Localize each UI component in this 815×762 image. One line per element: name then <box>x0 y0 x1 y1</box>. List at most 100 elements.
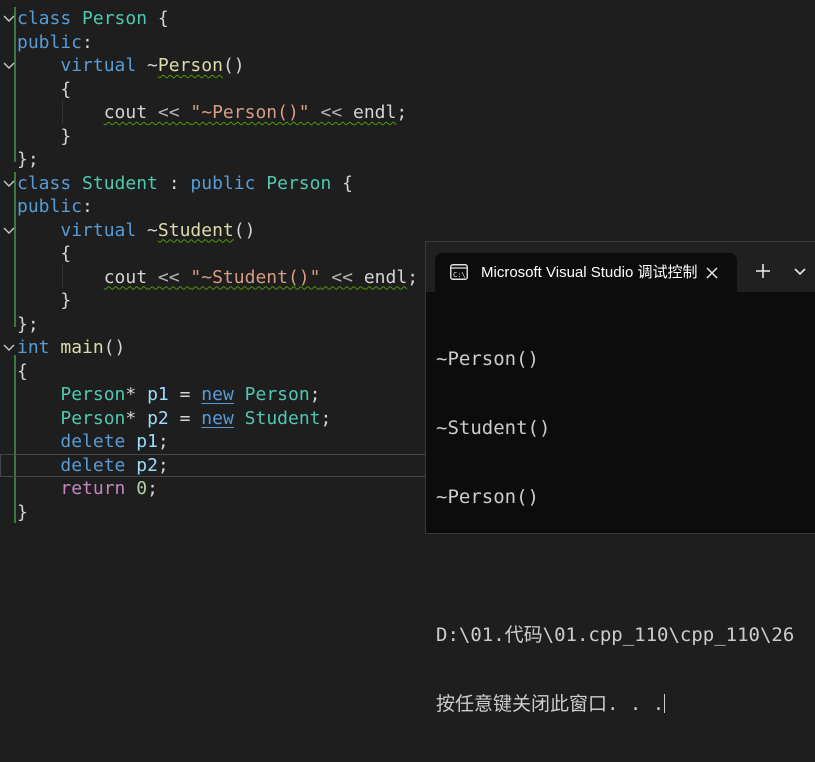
code-token: Person <box>266 172 332 194</box>
code-token: { <box>147 8 169 29</box>
code-token: main <box>60 337 104 358</box>
code-text: Person* p1 = new Person; <box>17 383 321 406</box>
console-prompt-line: 按任意键关闭此窗口. . . <box>436 693 814 716</box>
code-token: Person <box>157 55 223 76</box>
console-prompt-text: 按任意键关闭此窗口. . . <box>436 693 665 715</box>
code-token: << <box>309 102 353 123</box>
code-text: }; <box>17 313 39 336</box>
console-output-line: ~Person() <box>436 348 539 370</box>
code-text: class Student : public Person { <box>17 172 353 195</box>
code-token: Person <box>60 384 126 405</box>
code-token: class <box>17 8 72 29</box>
code-token: = <box>168 384 202 405</box>
code-line[interactable]: cout << "~Person()" << endl; <box>0 101 815 124</box>
code-text: delete p1; <box>17 430 169 453</box>
code-token: << <box>147 266 191 288</box>
code-token: delete <box>60 454 126 476</box>
code-token: virtual <box>60 219 137 241</box>
code-token: () <box>233 219 256 241</box>
code-token: new <box>201 407 234 429</box>
code-token: ; <box>407 266 419 288</box>
code-token: Student <box>244 407 321 429</box>
code-text: int main() <box>17 336 125 359</box>
code-line[interactable]: { <box>0 78 815 101</box>
code-token: : <box>82 196 93 217</box>
code-token: << <box>320 266 364 288</box>
code-text: virtual ~Student() <box>17 219 255 242</box>
code-line[interactable]: virtual ~Student() <box>0 219 815 242</box>
code-text: cout << "~Person()" << endl; <box>17 101 408 124</box>
code-token: () <box>222 55 245 76</box>
new-tab-icon[interactable] <box>752 260 774 282</box>
terminal-icon: C:\ <box>450 264 468 284</box>
fold-chevron-icon[interactable] <box>2 7 16 30</box>
console-output[interactable]: ~Person() ~Student() ~Person() D:\01.代码\… <box>436 302 814 762</box>
terminal-titlebar[interactable]: C:\ Microsoft Visual Studio 调试控制台 <box>426 242 815 292</box>
code-text: Person* p2 = new Student; <box>17 407 331 430</box>
fold-chevron-icon[interactable] <box>2 172 16 195</box>
console-output-line: D:\01.代码\01.cpp_110\cpp_110\26 <box>436 624 795 646</box>
code-token: ~ <box>136 219 158 241</box>
code-token: = <box>168 407 202 429</box>
code-token: ; <box>147 478 158 499</box>
code-token: p1 <box>147 384 169 405</box>
code-line[interactable]: }; <box>0 148 815 171</box>
close-tab-icon[interactable] <box>701 262 723 284</box>
code-token: Student <box>157 219 234 241</box>
code-token: public <box>17 31 83 53</box>
code-text: cout << "~Student()" << endl; <box>17 266 418 289</box>
code-text: { <box>17 78 71 101</box>
code-token: endl <box>353 102 397 123</box>
code-token: { <box>331 172 353 194</box>
fold-chevron-icon[interactable] <box>2 336 16 359</box>
code-token: endl <box>363 266 408 288</box>
code-token: ; <box>309 384 321 405</box>
code-token: { <box>17 360 28 382</box>
chevron-down-icon[interactable] <box>788 261 812 283</box>
text-cursor <box>664 694 666 713</box>
code-text: } <box>17 501 28 524</box>
fold-chevron-icon[interactable] <box>2 54 16 77</box>
code-line[interactable]: } <box>0 125 815 148</box>
code-token: }; <box>17 313 39 335</box>
fold-chevron-icon[interactable] <box>2 219 16 242</box>
code-text: { <box>17 242 71 265</box>
code-text: { <box>17 360 28 383</box>
code-token: ; <box>157 431 169 452</box>
code-text: } <box>17 125 71 148</box>
debug-console-window[interactable]: C:\ Microsoft Visual Studio 调试控制台 ~Perso… <box>425 241 815 715</box>
code-text: public: <box>17 31 93 54</box>
code-line[interactable]: class Person { <box>0 7 815 30</box>
svg-text:C:\: C:\ <box>453 271 466 279</box>
code-line[interactable]: class Student : public Person { <box>0 172 815 195</box>
code-text: delete p2; <box>17 454 168 477</box>
code-token: p2 <box>147 407 169 429</box>
code-token: << <box>147 102 191 123</box>
code-line[interactable]: public: <box>0 195 815 218</box>
code-line[interactable]: public: <box>0 31 815 54</box>
console-tab[interactable]: C:\ Microsoft Visual Studio 调试控制台 <box>435 253 737 292</box>
code-token: Student <box>82 172 158 194</box>
code-token: Person <box>244 384 310 405</box>
code-token: int <box>17 337 50 358</box>
code-text: }; <box>17 148 39 171</box>
code-token: Person <box>60 407 126 429</box>
code-text: } <box>17 289 71 312</box>
code-line[interactable]: virtual ~Person() <box>0 54 815 77</box>
code-token: { <box>17 243 72 264</box>
